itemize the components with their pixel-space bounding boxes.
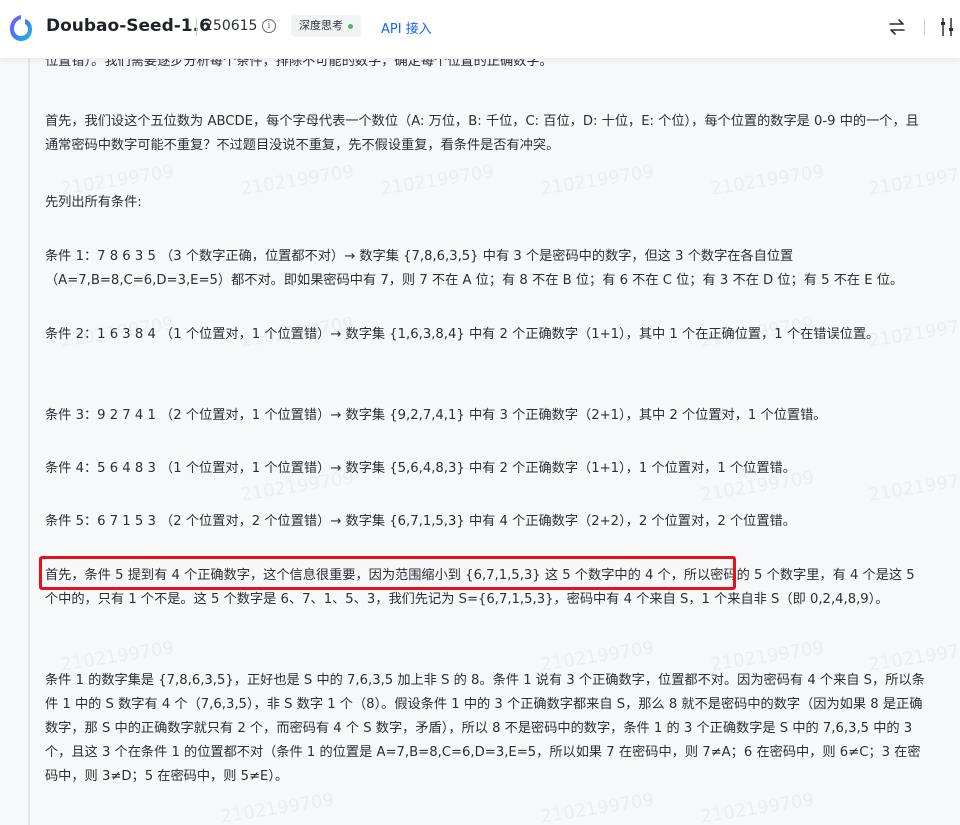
thinking-quote-bar (28, 58, 30, 825)
swap-icon[interactable] (887, 17, 907, 37)
app-header: Doubao-Seed-1.6 250615 i 深度思考 API 接入 (0, 0, 960, 59)
sliders-icon[interactable] (939, 16, 955, 38)
paragraph: 首先，我们设这个五位数为 ABCDE，每个字母代表一个数位（A: 万位，B: 千… (45, 114, 919, 153)
paragraph: 首先，条件 5 提到有 4 个正确数字，这个信息很重要，因为范围缩小到 {6,7… (45, 568, 915, 607)
header-divider-right (924, 19, 925, 35)
deep-thinking-badge[interactable]: 深度思考 (291, 15, 361, 37)
status-dot-icon (348, 23, 353, 29)
badge-label: 深度思考 (299, 19, 343, 32)
watermark: 2102199709 (539, 789, 656, 825)
watermark: 2102199709 (219, 789, 336, 825)
paragraph: 条件 1 的数字集是 {7,8,6,3,5}，正好也是 S 中的 7,6,3,5… (45, 673, 925, 784)
info-icon[interactable]: i (262, 19, 276, 33)
paragraph: 条件 1：7 8 6 3 5 （3 个数字正确，位置都不对）→ 数字集 {7,8… (45, 249, 904, 288)
paragraph: 条件 3：9 2 7 4 1 （2 个位置对，1 个位置错）→ 数字集 {9,2… (45, 408, 827, 423)
header-divider (196, 18, 197, 36)
paragraph: 先列出所有条件: (45, 195, 142, 210)
paragraph: 位置错）。我们需要逐步分析每个条件，排除不可能的数字，确定每个位置的正确数字。 (45, 58, 553, 69)
paragraph: 条件 5：6 7 1 5 3 （2 个位置对，2 个位置错）→ 数字集 {6,7… (45, 514, 796, 529)
doubao-logo-icon[interactable] (8, 13, 34, 43)
model-version: 250615 (204, 18, 258, 34)
api-access-link[interactable]: API 接入 (381, 18, 432, 37)
paragraph: 条件 4：5 6 4 8 3 （1 个位置对，1 个位置错）→ 数字集 {5,6… (45, 461, 796, 476)
watermark: 2102199709 (699, 789, 816, 825)
thinking-content-panel: 2102199709 2102199709 2102199709 2102199… (0, 58, 960, 825)
model-name[interactable]: Doubao-Seed-1.6 (46, 16, 211, 36)
paragraph: 条件 2：1 6 3 8 4 （1 个位置对，1 个位置错）→ 数字集 {1,6… (45, 327, 880, 342)
